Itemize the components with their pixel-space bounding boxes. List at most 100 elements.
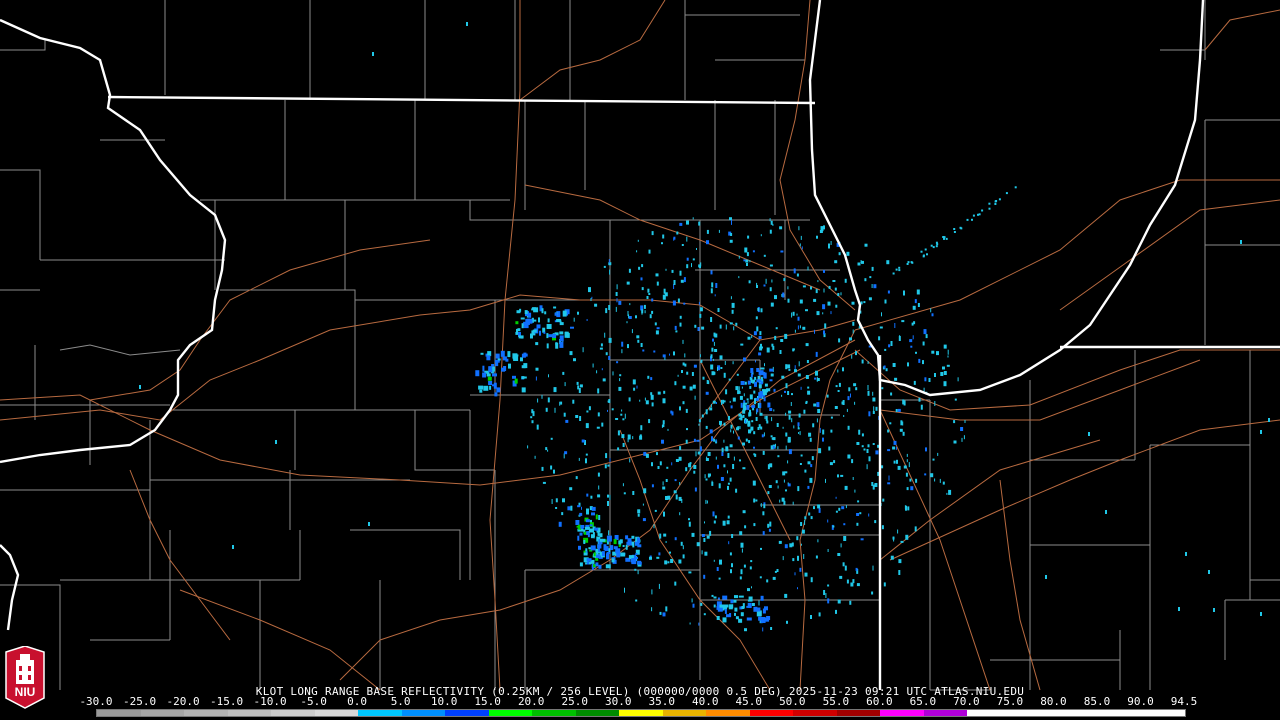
highway: [524, 184, 821, 291]
radar-echo: [665, 268, 667, 271]
radar-echo: [777, 485, 779, 489]
radar-echo: [636, 335, 640, 339]
radar-echo: [483, 385, 489, 391]
radar-echo: [777, 455, 780, 458]
radar-echo: [512, 375, 516, 379]
radar-echo: [714, 371, 716, 375]
radar-echo: [732, 464, 735, 469]
radar-echo: [727, 515, 730, 519]
radar-echo: [830, 311, 832, 315]
radar-echo: [577, 505, 581, 508]
radar-echo: [727, 416, 730, 420]
radar-echo: [791, 542, 794, 547]
radar-echo: [691, 532, 695, 537]
radar-echo: [693, 438, 696, 442]
radar-echo: [813, 298, 817, 302]
radar-echo: [850, 393, 851, 398]
radar-echo: [691, 372, 694, 376]
radar-echo: [740, 381, 745, 385]
radar-echo: [608, 530, 610, 536]
radar-echo: [797, 422, 800, 427]
radar-echo: [679, 315, 682, 319]
radar-echo: [737, 390, 740, 395]
radar-echo: [767, 523, 770, 528]
radar-echo: [692, 384, 696, 389]
radar-echo: [782, 292, 785, 298]
radar-echo: [651, 462, 653, 467]
radar-echo: [600, 343, 603, 347]
radar-echo: [749, 394, 753, 400]
scale-label: 50.0: [779, 695, 806, 708]
radar-echo: [691, 598, 693, 603]
radar-echo: [799, 299, 803, 304]
radar-echo: [608, 356, 611, 360]
radar-echo: [673, 236, 676, 240]
radar-echo: [745, 420, 746, 423]
radar-echo: [692, 258, 695, 261]
radar-echo: [712, 358, 714, 361]
radar-echo: [673, 490, 677, 494]
radar-echo: [756, 326, 759, 332]
radar-echo: [674, 325, 677, 330]
radar-echo: [496, 387, 501, 393]
radar-echo: [609, 269, 611, 275]
radar-echo: [589, 524, 593, 527]
radar-echo: [731, 302, 735, 308]
radar-echo: [906, 453, 908, 457]
radar-echo: [827, 598, 830, 604]
radar-echo: [747, 421, 750, 427]
radar-echo: [762, 511, 765, 516]
radar-echo: [585, 423, 589, 429]
scale-swatch: [1054, 710, 1098, 716]
radar-echo: [751, 335, 753, 339]
radar-echo: [654, 322, 657, 326]
radar-echo: [748, 413, 751, 417]
radar-echo: [864, 278, 867, 282]
radar-echo: [372, 52, 374, 56]
radar-echo: [706, 229, 709, 234]
radar-echo: [693, 470, 696, 474]
radar-echo: [868, 513, 870, 517]
radar-echo: [892, 446, 896, 450]
radar-echo: [552, 334, 557, 338]
radar-echo: [815, 555, 818, 559]
radar-echo: [906, 487, 909, 491]
radar-echo: [582, 347, 584, 353]
radar-echo: [759, 331, 762, 336]
radar-echo: [494, 392, 498, 397]
radar-echo: [823, 288, 825, 293]
radar-echo: [713, 438, 716, 442]
radar-echo: [747, 602, 752, 608]
radar-echo: [514, 354, 519, 357]
radar-echo: [601, 551, 605, 557]
radar-echo: [661, 439, 664, 444]
scale-label: 55.0: [822, 695, 850, 708]
radar-echo: [628, 397, 631, 402]
radar-echo: [583, 540, 586, 544]
radar-echo: [738, 255, 740, 259]
radar-echo: [633, 387, 636, 391]
radar-echo: [887, 290, 890, 294]
scale-swatch: [314, 710, 359, 716]
radar-echo: [897, 408, 901, 412]
radar-echo: [743, 564, 746, 568]
radar-echo: [597, 412, 600, 417]
radar-echo: [798, 432, 800, 434]
radar-echo: [739, 531, 743, 536]
radar-echo: [662, 294, 666, 300]
scale-label: 30.0: [604, 695, 632, 708]
radar-echo: [713, 341, 715, 346]
radar-echo: [701, 326, 705, 330]
radar-echo: [728, 604, 733, 610]
radar-echo: [746, 398, 749, 401]
radar-echo: [736, 427, 739, 431]
radar-echo: [881, 387, 884, 390]
radar-echo: [650, 377, 653, 381]
radar-echo: [624, 587, 625, 593]
radar-echo: [643, 451, 647, 456]
radar-echo: [911, 261, 914, 264]
radar-echo: [1178, 607, 1180, 611]
radar-echo: [756, 379, 762, 383]
radar-echo: [872, 443, 875, 445]
radar-echo: [898, 570, 901, 575]
